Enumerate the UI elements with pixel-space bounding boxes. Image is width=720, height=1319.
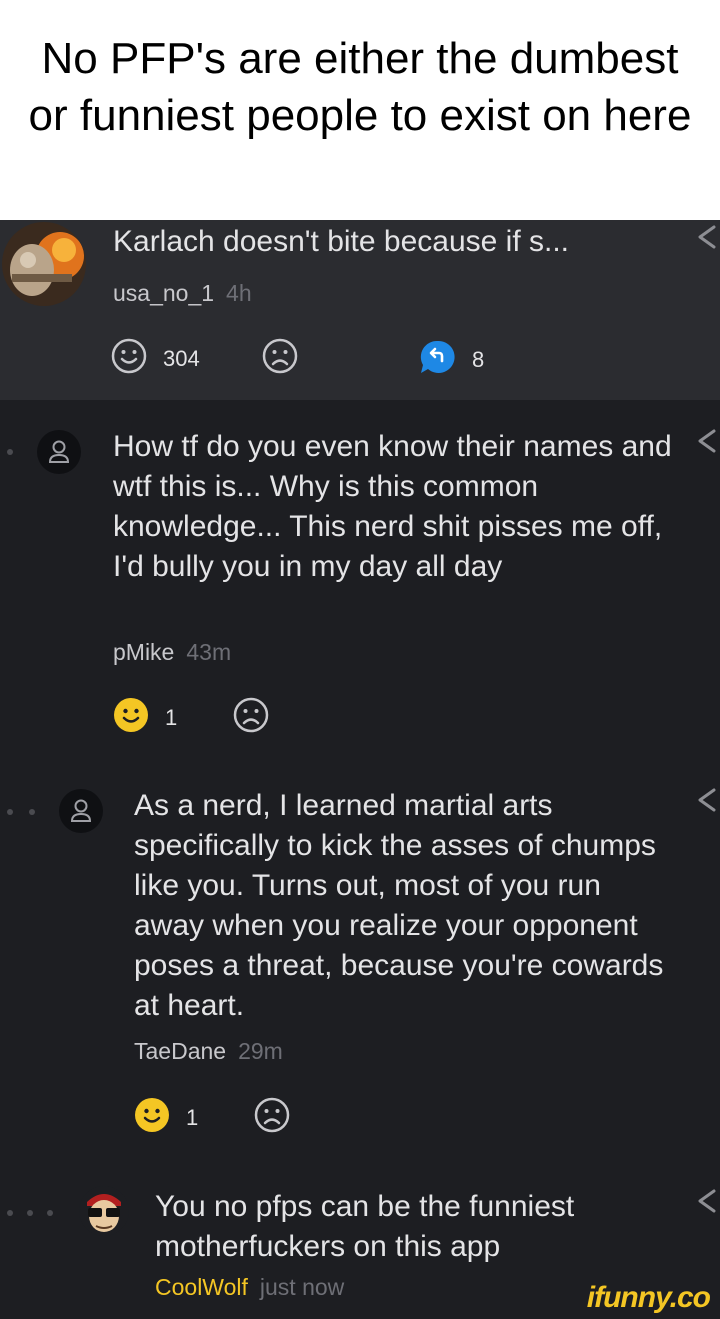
- comment-author[interactable]: pMike: [113, 639, 174, 665]
- comment-text: As a nerd, I learned martial arts specif…: [134, 789, 664, 1022]
- user-avatar[interactable]: [2, 222, 86, 306]
- thread-indent-dot: [47, 1210, 53, 1216]
- smile-outline-icon: [111, 338, 147, 374]
- unsmile-button[interactable]: [254, 1097, 290, 1133]
- comment-time: 43m: [186, 639, 232, 665]
- thread-indent-dot: [7, 809, 13, 815]
- comment-meta: usa_no_1 4h: [113, 280, 252, 307]
- person-icon: [70, 799, 92, 822]
- reply-icon[interactable]: [694, 428, 718, 454]
- comment-meta: TaeDane 29m: [134, 1038, 283, 1065]
- smile-count: 304: [163, 346, 200, 371]
- reply-icon[interactable]: [694, 787, 718, 813]
- smile-button[interactable]: 1: [113, 697, 183, 737]
- reply-icon[interactable]: [694, 224, 718, 250]
- comment-meta: CoolWolf just now: [155, 1274, 344, 1301]
- comment-text: How tf do you even know their names and …: [113, 430, 672, 583]
- user-avatar[interactable]: [79, 1186, 129, 1236]
- person-icon: [48, 440, 70, 463]
- smile-count: 1: [186, 1105, 199, 1130]
- smile-filled-icon: [135, 1098, 169, 1132]
- smile-count: 1: [165, 705, 178, 730]
- smile-filled-icon: [114, 698, 148, 732]
- default-avatar[interactable]: [59, 789, 103, 833]
- caption-text: No PFP's are either the dumbest or funni…: [28, 34, 692, 140]
- comment-text: Karlach doesn't bite because if s...: [113, 225, 569, 258]
- thread-indent-dot: [7, 1210, 13, 1216]
- comment-time: 4h: [226, 280, 252, 306]
- caption-area: No PFP's are either the dumbest or funni…: [0, 0, 720, 220]
- comment-author[interactable]: TaeDane: [134, 1038, 226, 1064]
- unsmile-button[interactable]: [233, 697, 269, 733]
- comment-author[interactable]: usa_no_1: [113, 280, 214, 306]
- thread-indent-dot: [7, 449, 13, 455]
- reply-count: 8: [472, 347, 485, 372]
- smile-button[interactable]: 1: [134, 1097, 204, 1137]
- thread-indent-dot: [29, 809, 35, 815]
- comment-time: just now: [259, 1274, 345, 1300]
- reply-bubble-icon: [420, 340, 455, 373]
- smile-button[interactable]: 304: [111, 338, 211, 378]
- comment-time: 29m: [238, 1038, 283, 1064]
- unsmile-button[interactable]: [262, 338, 298, 374]
- comment-text: You no pfps can be the funniest motherfu…: [155, 1190, 575, 1263]
- comment-meta: pMike 43m: [113, 639, 231, 666]
- replies-button[interactable]: 8: [418, 338, 498, 378]
- comment-thread: Karlach doesn't bite because if s... usa…: [0, 220, 720, 1319]
- comment-author[interactable]: CoolWolf: [155, 1274, 248, 1300]
- reply-icon[interactable]: [694, 1188, 718, 1214]
- thread-indent-dot: [27, 1210, 33, 1216]
- default-avatar[interactable]: [37, 430, 81, 474]
- top-comment: Karlach doesn't bite because if s... usa…: [0, 220, 720, 400]
- ifunny-watermark: ifunny.co: [586, 1281, 711, 1314]
